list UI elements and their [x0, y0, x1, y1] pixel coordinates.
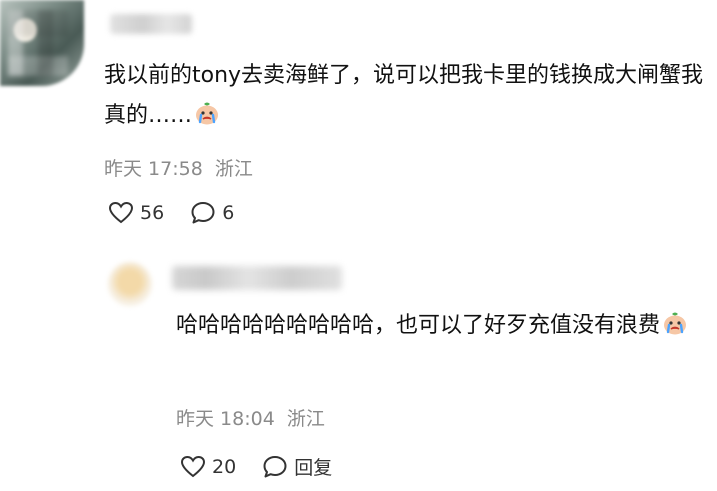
reply-button[interactable]: 回复 [262, 453, 332, 480]
heart-icon [180, 455, 206, 477]
crying-face-emoji-icon [196, 102, 219, 125]
comment-text: 我以前的tony去卖海鲜了，说可以把我卡里的钱换成大闸蟹我真的…… [104, 56, 704, 136]
reply-text: 哈哈哈哈哈哈哈哈哈，也可以了好歹充值没有浪费 [176, 306, 706, 346]
like-count: 56 [140, 202, 165, 224]
comment-meta: 昨天 17:58 浙江 [104, 154, 253, 181]
reply-like-button[interactable]: 20 [180, 455, 236, 479]
reply-count-button[interactable]: 6 [190, 201, 234, 225]
reply-username-blurred[interactable] [172, 266, 342, 290]
comment-bubble-icon [263, 455, 287, 477]
reply-actions: 20 回复 [180, 453, 358, 480]
like-button[interactable]: 56 [108, 201, 164, 225]
reply-body: 哈哈哈哈哈哈哈哈哈，也可以了好歹充值没有浪费 [176, 313, 661, 338]
comment-bubble-icon [191, 202, 215, 224]
avatar[interactable] [0, 0, 84, 86]
username-blurred[interactable] [110, 14, 192, 34]
reply-location: 浙江 [286, 408, 325, 430]
reply-time: 昨天 18:04 [176, 408, 275, 430]
comment-time: 昨天 17:58 [104, 158, 203, 180]
crying-face-emoji-icon [664, 312, 687, 335]
heart-icon [108, 201, 134, 224]
comment-actions: 56 6 [108, 201, 260, 225]
reply-count: 6 [222, 202, 235, 224]
reply-meta: 昨天 18:04 浙江 [176, 404, 325, 431]
reply-like-count: 20 [212, 455, 237, 478]
reply-avatar[interactable] [108, 262, 152, 306]
comment-location: 浙江 [214, 158, 253, 180]
reply-label: 回复 [294, 457, 333, 479]
